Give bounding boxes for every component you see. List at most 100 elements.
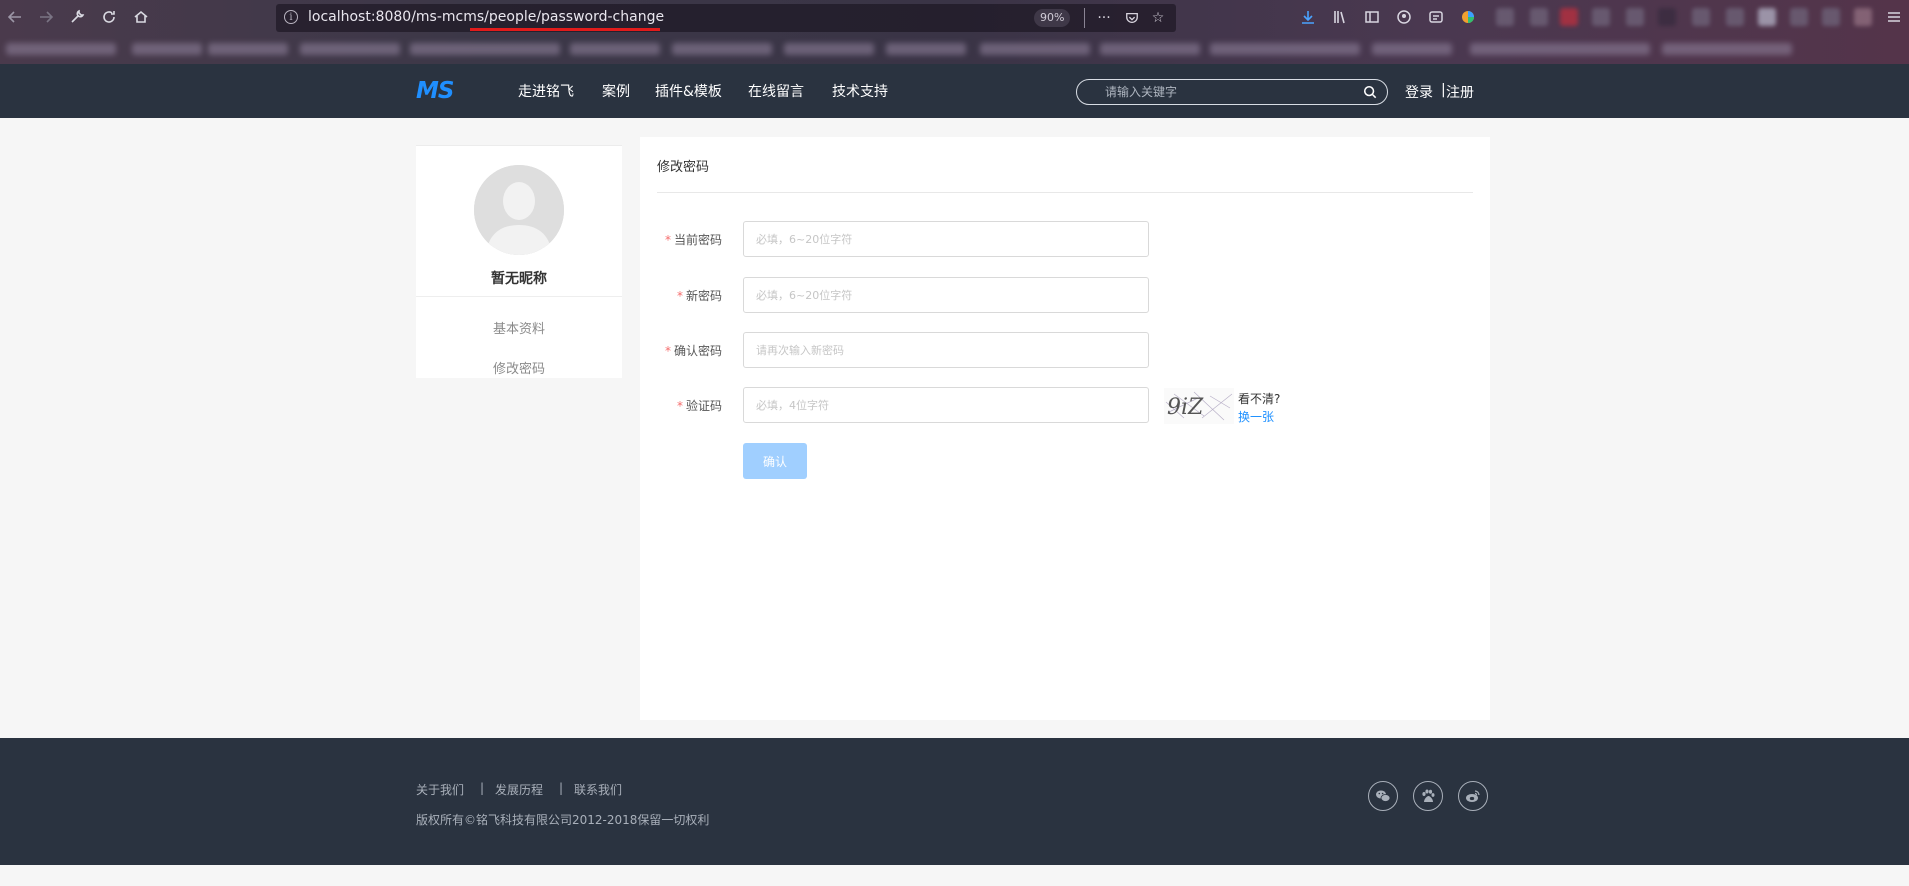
footer-link-contact[interactable]: 联系我们 [574,781,622,798]
search-icon[interactable] [1363,85,1377,99]
download-icon[interactable] [1300,9,1316,25]
extension-icon[interactable] [1758,8,1776,26]
bookmark-item[interactable] [1100,43,1200,55]
auth-separator: | [1441,82,1446,98]
default-avatar-icon [474,165,564,255]
reload-button[interactable] [96,4,122,30]
search-input[interactable] [1105,84,1355,100]
back-arrow-icon [7,11,21,23]
tools-button[interactable] [64,4,90,30]
bookmark-item[interactable] [1372,43,1452,55]
nav-item-cases[interactable]: 案例 [602,81,630,101]
panel-divider [657,192,1473,193]
extension-icon[interactable] [1658,8,1676,26]
bookmark-item[interactable] [1662,43,1792,55]
bookmark-item[interactable] [886,43,966,55]
url-divider [1084,8,1085,28]
zoom-badge[interactable]: 90% [1034,9,1071,27]
site-footer: 关于我们 | 发展历程 | 联系我们 版权所有©铭飞科技有限公司2012-201… [0,738,1909,865]
extension-icon[interactable] [1626,8,1644,26]
footer-link-history[interactable]: 发展历程 [495,781,543,798]
back-button[interactable] [2,4,28,30]
register-link[interactable]: 注册 [1446,82,1474,102]
new-password-input[interactable] [743,277,1149,313]
captcha-refresh-link[interactable]: 换一张 [1238,408,1274,425]
bookmark-item[interactable] [1210,43,1360,55]
captcha-unclear-text: 看不清? [1238,392,1281,406]
site-logo[interactable]: MS [416,78,454,104]
weibo-icon [1466,790,1480,802]
pocket-icon[interactable] [1122,8,1142,28]
nav-item-support[interactable]: 技术支持 [832,81,888,101]
bookmark-star-icon[interactable]: ☆ [1148,8,1168,28]
home-button[interactable] [128,4,154,30]
account-icon[interactable] [1396,9,1412,25]
bookmark-item[interactable] [672,43,772,55]
bookmark-item[interactable] [6,43,116,55]
wrench-icon [71,9,85,23]
footer-separator: | [480,781,485,795]
bookmark-item[interactable] [208,43,288,55]
baidu-button[interactable] [1413,781,1443,811]
password-change-panel: 修改密码 *当前密码 *新密码 *确认密码 *验证码 9iZ 看不清? 换一张 … [640,137,1490,720]
sidebar-item-change-password[interactable]: 修改密码 [416,358,622,377]
sidebar-divider [416,296,622,297]
site-info-icon[interactable]: i [284,10,298,24]
extension-icon[interactable] [1592,8,1610,26]
sidebar-toggle-icon[interactable] [1364,9,1380,25]
confirm-button[interactable]: 确认 [743,443,807,479]
confirm-password-label-text: 确认密码 [673,344,722,358]
avatar [474,165,564,255]
extension-icon[interactable] [1692,8,1710,26]
nav-item-guestbook[interactable]: 在线留言 [748,81,804,101]
menu-icon[interactable] [1886,9,1902,25]
bookmark-item[interactable] [570,43,660,55]
new-password-label: * 新密码 [657,287,722,304]
extension-icon[interactable] [1530,8,1548,26]
site-header: MS 走进铭飞 案例 插件&模板 在线留言 技术支持 登录 | 注册 [0,64,1909,118]
bookmark-item[interactable] [410,43,560,55]
current-password-label: * 当前密码 [657,231,722,248]
page-actions-icon[interactable]: ··· [1094,8,1114,28]
forward-arrow-icon [40,11,54,23]
forward-button[interactable] [33,4,59,30]
extension-icon[interactable] [1560,8,1578,26]
reload-icon [103,11,115,23]
required-mark: * [664,233,671,247]
bookmark-item[interactable] [300,43,400,55]
footer-separator: | [559,781,564,795]
bookmark-item[interactable] [132,43,202,55]
extension-icon[interactable] [1726,8,1744,26]
wechat-button[interactable] [1368,781,1398,811]
extension-icon[interactable] [1822,8,1840,26]
container-icon[interactable] [1428,9,1444,25]
bookmark-item[interactable] [1470,43,1650,55]
captcha-input[interactable] [743,387,1149,423]
extension-color-icon[interactable] [1460,9,1476,25]
weibo-button[interactable] [1458,781,1488,811]
extension-icon[interactable] [1496,8,1514,26]
bookmarks-toolbar [0,38,1909,62]
url-text[interactable]: localhost:8080/ms-mcms/people/password-c… [308,9,664,25]
library-icon[interactable] [1332,9,1348,25]
bookmark-item[interactable] [980,43,1090,55]
current-password-input[interactable] [743,221,1149,257]
footer-link-about[interactable]: 关于我们 [416,781,464,798]
required-mark: * [676,399,683,413]
bookmark-item[interactable] [784,43,874,55]
url-highlight-underline [470,28,660,31]
sidebar-item-basic-info[interactable]: 基本资料 [416,318,622,337]
new-password-label-text: 新密码 [685,289,722,303]
confirm-password-input[interactable] [743,332,1149,368]
address-bar[interactable]: i localhost:8080/ms-mcms/people/password… [276,4,1176,32]
browser-chrome: i localhost:8080/ms-mcms/people/password… [0,0,1909,64]
baidu-icon [1422,789,1435,802]
search-box [1076,79,1388,105]
extension-icon[interactable] [1790,8,1808,26]
nav-item-about[interactable]: 走进铭飞 [518,81,574,101]
captcha-image[interactable]: 9iZ [1164,388,1234,424]
login-link[interactable]: 登录 [1405,82,1433,102]
nav-item-plugins-templates[interactable]: 插件&模板 [655,81,722,101]
required-mark: * [676,289,683,303]
extension-icon[interactable] [1854,8,1872,26]
